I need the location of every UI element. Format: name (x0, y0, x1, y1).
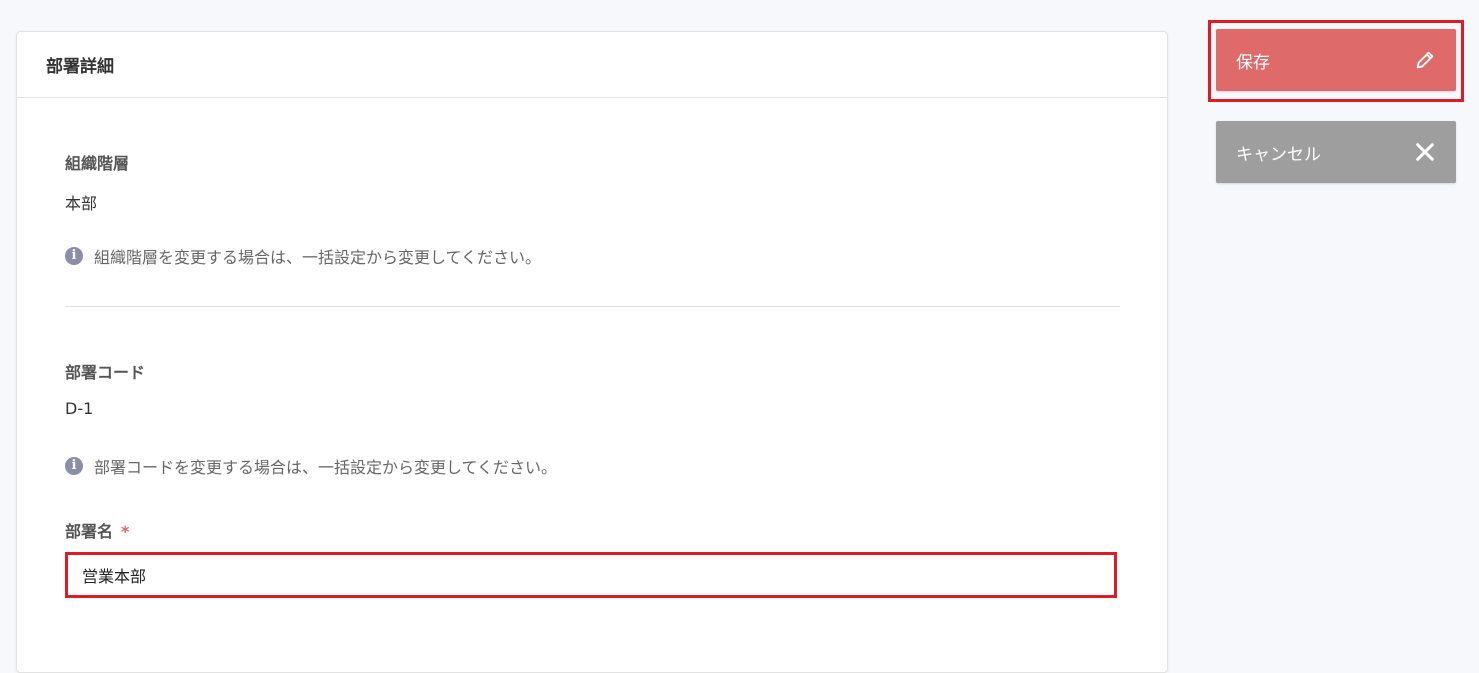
dept-code-label: 部署コード (65, 363, 146, 382)
org-level-label: 組織階層 (65, 154, 130, 173)
info-icon: i (65, 457, 83, 475)
department-detail-card: 部署詳細 組織階層 本部 i 組織階層を変更する場合は、一括設定から変更してくだ… (16, 31, 1168, 673)
dept-name-input[interactable] (65, 552, 1117, 598)
pencil-icon (1414, 49, 1436, 71)
dept-code-value: D-1 (65, 399, 94, 418)
close-icon (1414, 141, 1436, 163)
dept-code-note: i 部署コードを変更する場合は、一括設定から変更してください。 (65, 454, 1120, 478)
section-divider (65, 306, 1120, 307)
save-button[interactable]: 保存 (1216, 29, 1456, 91)
info-icon: i (65, 247, 83, 265)
dept-name-label-row: 部署名 * (65, 518, 1120, 542)
save-button-label: 保存 (1236, 52, 1270, 73)
org-level-value: 本部 (65, 194, 98, 213)
card-title: 部署詳細 (17, 32, 1167, 98)
cancel-button-label: キャンセル (1236, 144, 1321, 165)
org-level-note: i 組織階層を変更する場合は、一括設定から変更してください。 (65, 244, 1120, 268)
dept-name-label: 部署名 (65, 522, 114, 541)
org-level-note-text: 組織階層を変更する場合は、一括設定から変更してください。 (94, 248, 542, 267)
required-mark: * (121, 522, 130, 541)
cancel-button[interactable]: キャンセル (1216, 121, 1456, 183)
dept-code-note-text: 部署コードを変更する場合は、一括設定から変更してください。 (94, 458, 558, 477)
